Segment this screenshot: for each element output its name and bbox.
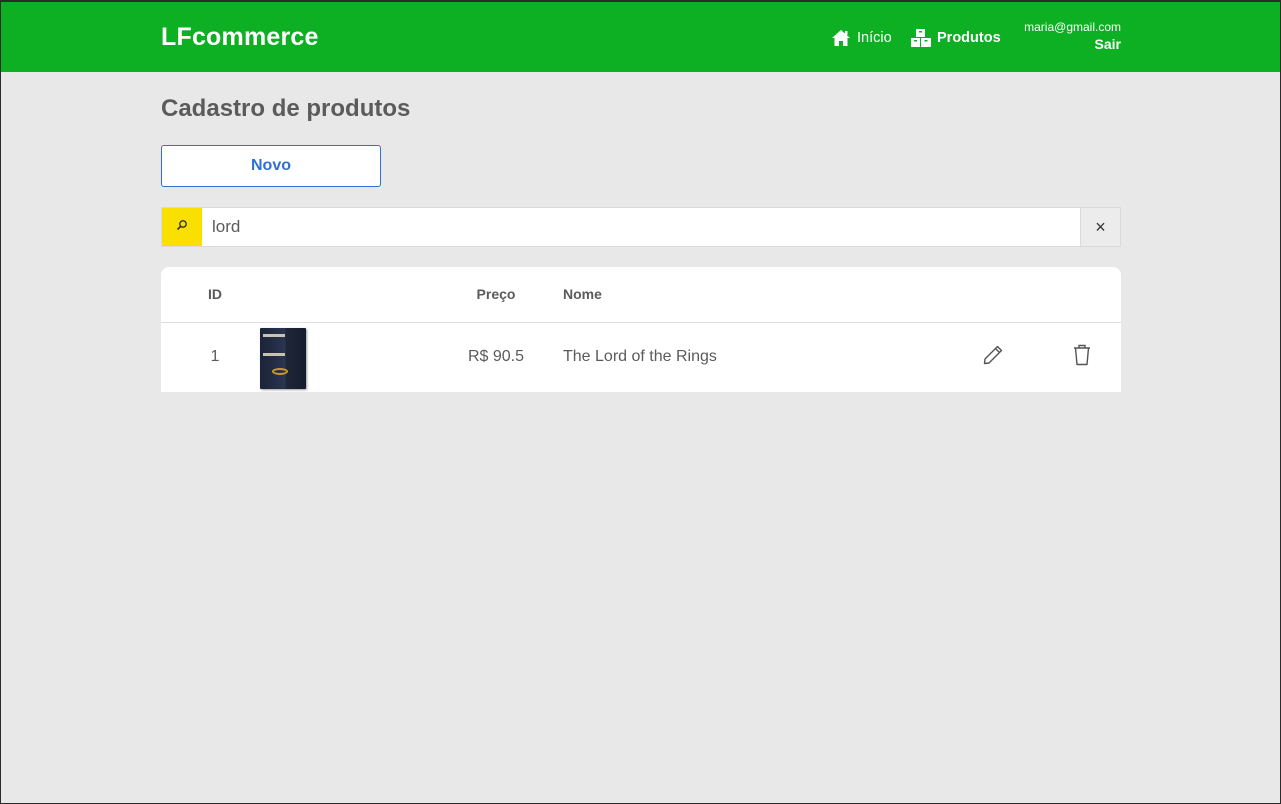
clear-search-button[interactable]: × xyxy=(1080,208,1120,246)
cell-name: The Lord of the Rings xyxy=(563,348,717,366)
nav-home-label: Início xyxy=(857,30,892,46)
column-header-price: Preço xyxy=(429,267,563,323)
nav-products-label: Produtos xyxy=(937,30,1001,46)
top-navbar: LFcommerce Início Produtos maria@gmail.c… xyxy=(0,0,1281,72)
search-icon xyxy=(176,218,188,236)
column-header-image xyxy=(269,267,429,323)
logout-link[interactable]: Sair xyxy=(1024,35,1121,54)
user-menu: maria@gmail.com Sair xyxy=(1024,20,1121,54)
column-header-name: Nome xyxy=(563,267,943,323)
column-header-delete xyxy=(1043,267,1121,323)
new-product-button[interactable]: Novo xyxy=(161,145,381,187)
nav-products-link[interactable]: Produtos xyxy=(911,27,1001,49)
home-icon xyxy=(831,29,851,47)
user-email: maria@gmail.com xyxy=(1024,20,1121,34)
search-addon xyxy=(162,208,202,246)
trash-icon[interactable] xyxy=(1072,343,1092,372)
brand-logo[interactable]: LFcommerce xyxy=(161,23,319,52)
pencil-icon[interactable] xyxy=(981,343,1005,372)
product-image xyxy=(260,328,306,390)
table-header-row: ID Preço Nome xyxy=(161,267,1121,323)
close-icon: × xyxy=(1095,216,1106,237)
page-title: Cadastro de produtos xyxy=(161,95,411,122)
nav-home-link[interactable]: Início xyxy=(831,27,892,49)
column-header-edit xyxy=(943,267,1043,323)
boxes-icon xyxy=(911,28,931,48)
column-header-id: ID xyxy=(161,267,269,323)
search-input[interactable] xyxy=(202,208,1080,246)
cell-price: R$ 90.5 xyxy=(467,348,525,366)
cell-id: 1 xyxy=(210,348,220,366)
products-table-card: ID Preço Nome 1 R$ 90.5 The Lord of the … xyxy=(161,267,1121,392)
products-table: ID Preço Nome 1 R$ 90.5 The Lord of the … xyxy=(161,267,1121,392)
table-row: 1 R$ 90.5 The Lord of the Rings xyxy=(161,322,1121,392)
search-bar: × xyxy=(161,207,1121,247)
